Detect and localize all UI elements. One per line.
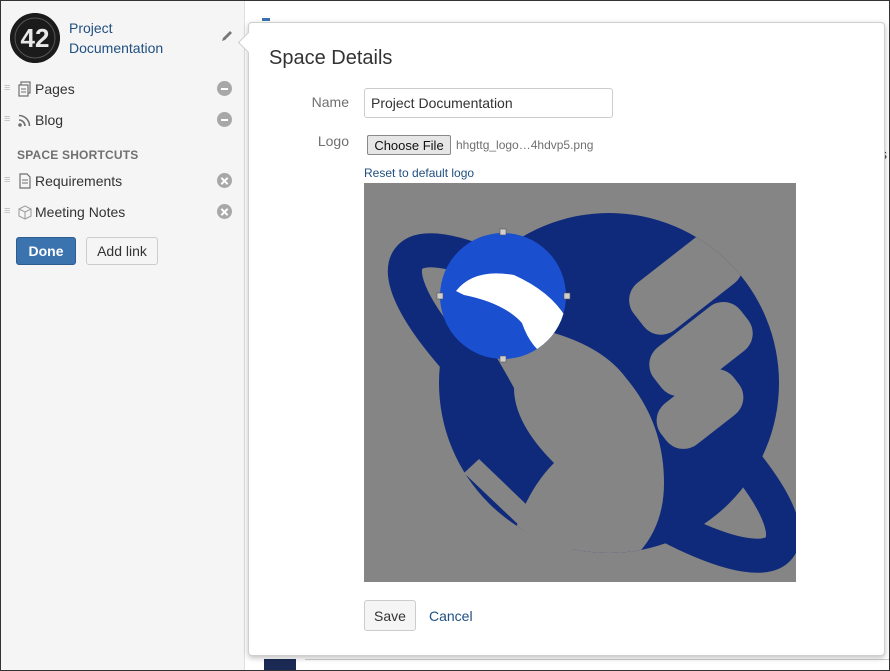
logo-preview-image <box>364 183 796 582</box>
drag-handle-icon[interactable]: ≡ <box>4 82 11 94</box>
background-thumbnail <box>264 659 296 671</box>
space-header: 42 Project Documentation <box>10 13 240 63</box>
drag-handle-icon[interactable]: ≡ <box>4 205 11 217</box>
sidebar-item-pages[interactable]: ≡ Pages <box>1 76 244 102</box>
logo-crop-area[interactable] <box>364 183 796 582</box>
background-title-fragment <box>262 18 270 21</box>
selected-file-name: hhgttg_logo…4hdvp5.png <box>456 138 594 152</box>
box-icon <box>17 204 33 220</box>
shortcut-item-label: Requirements <box>35 173 123 189</box>
drag-handle-icon[interactable]: ≡ <box>4 113 11 125</box>
rss-icon <box>17 112 33 128</box>
shortcut-item-meeting-notes[interactable]: ≡ Meeting Notes <box>1 199 244 225</box>
background-divider <box>305 659 890 660</box>
sidebar-item-label: Blog <box>35 112 64 128</box>
done-button[interactable]: Done <box>16 237 76 265</box>
space-shortcuts-heading: SPACE SHORTCUTS <box>17 148 139 162</box>
space-details-dialog: Space Details Name Logo Choose File hhgt… <box>237 22 885 656</box>
space-avatar[interactable]: 42 <box>10 13 60 63</box>
space-name-input[interactable] <box>364 88 613 118</box>
save-button[interactable]: Save <box>364 600 416 631</box>
remove-circle-icon[interactable] <box>217 173 232 188</box>
add-link-button[interactable]: Add link <box>86 237 158 265</box>
shortcut-item-requirements[interactable]: ≡ Requirements <box>1 168 244 194</box>
sidebar-item-label: Pages <box>35 81 75 97</box>
space-title-link[interactable]: Project Documentation <box>69 18 199 58</box>
choose-file-button[interactable]: Choose File <box>367 135 451 155</box>
remove-circle-icon[interactable] <box>217 204 232 219</box>
shortcut-item-label: Meeting Notes <box>35 204 126 220</box>
sidebar-item-blog[interactable]: ≡ Blog <box>1 107 244 133</box>
space-sidebar: 42 Project Documentation ≡ Pages ≡ Blog … <box>1 1 245 670</box>
document-icon <box>17 173 33 189</box>
minus-circle-icon[interactable] <box>217 81 232 96</box>
logo-label: Logo <box>317 133 349 149</box>
name-label: Name <box>311 94 349 110</box>
minus-circle-icon[interactable] <box>217 112 232 127</box>
reset-logo-link[interactable]: Reset to default logo <box>364 166 474 180</box>
drag-handle-icon[interactable]: ≡ <box>4 174 11 186</box>
dialog-title: Space Details <box>269 47 393 69</box>
cancel-link[interactable]: Cancel <box>429 608 473 624</box>
svg-text:42: 42 <box>21 23 50 53</box>
pages-icon <box>17 81 33 97</box>
pencil-icon[interactable] <box>220 29 234 43</box>
